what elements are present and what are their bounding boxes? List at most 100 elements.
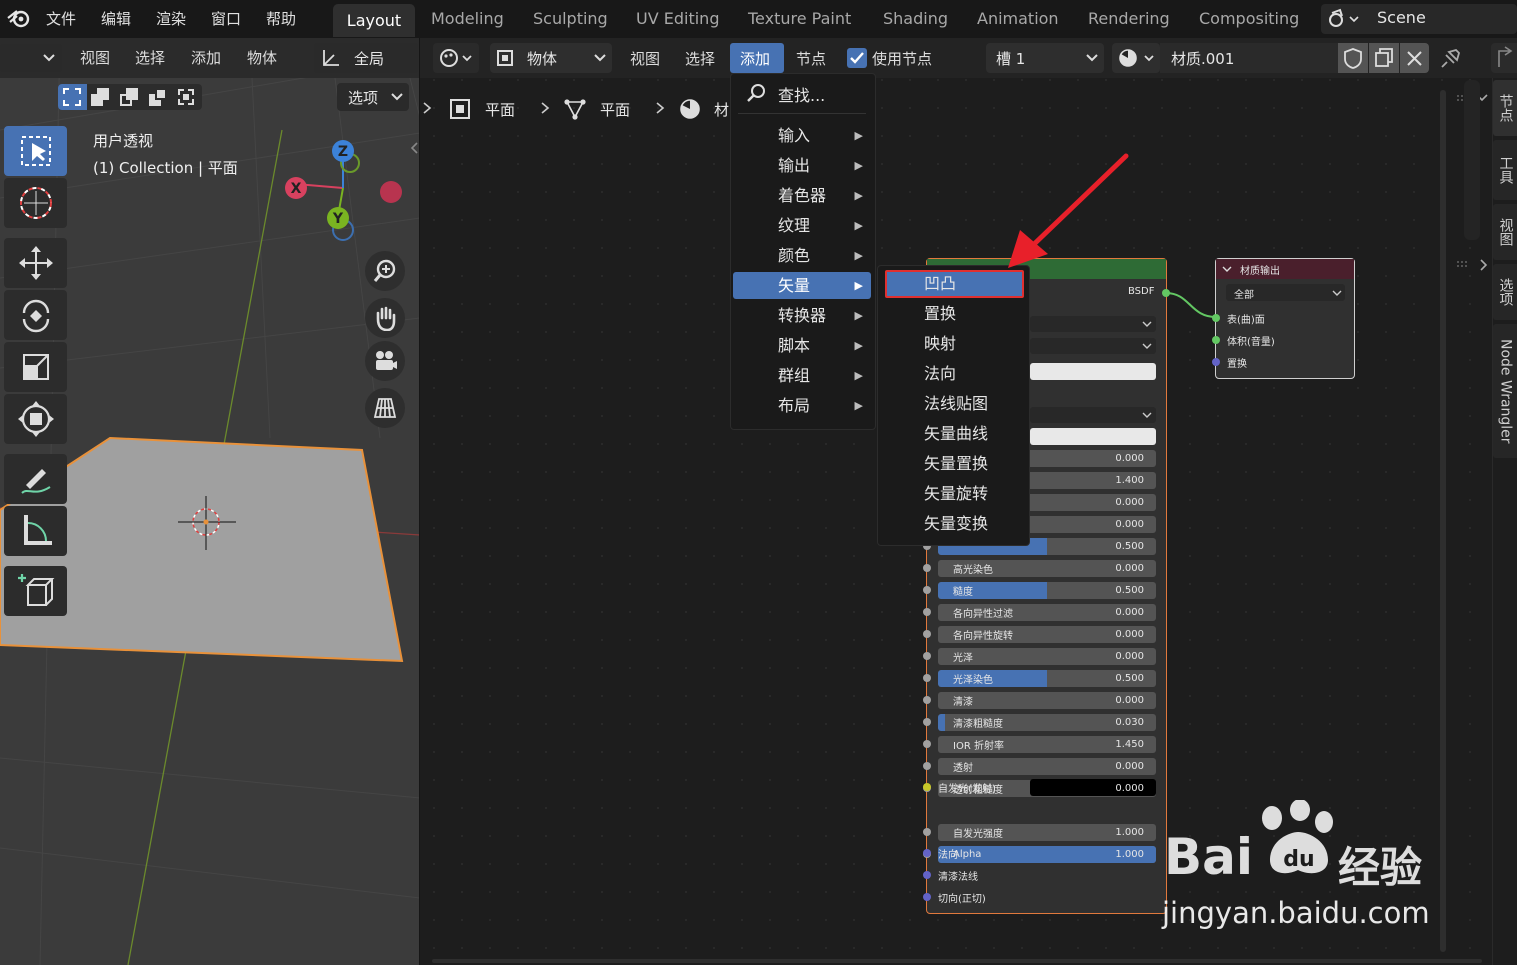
property-slider[interactable]: 透射 0.000	[938, 758, 1156, 775]
input-socket[interactable]	[923, 586, 931, 594]
tangent-socket[interactable]	[923, 893, 931, 901]
parent-node-tree-button[interactable]	[1491, 43, 1517, 73]
scene-selector[interactable]: Scene	[1321, 4, 1517, 34]
tab-node-wrangler[interactable]: Node Wrangler	[1493, 324, 1517, 458]
vp-menu-object[interactable]: 物体	[247, 47, 277, 68]
workspace-tab-uv-editing[interactable]: UV Editing	[636, 9, 719, 28]
viewport-options-dropdown[interactable]: 选项	[337, 83, 409, 111]
tab-tool[interactable]: 工具	[1493, 140, 1517, 200]
output-node-header[interactable]: 材质输出	[1216, 259, 1354, 279]
unlink-material-button[interactable]	[1400, 43, 1429, 73]
add-cube-tool[interactable]	[4, 566, 67, 616]
workspace-tab-compositing[interactable]: Compositing	[1199, 9, 1299, 28]
menu-item-input[interactable]: 输入 ▶	[733, 122, 871, 149]
select-new-button[interactable]	[58, 84, 87, 110]
input-socket[interactable]	[923, 630, 931, 638]
distribution-dropdown[interactable]	[1030, 316, 1156, 332]
menu-item-converter[interactable]: 转换器 ▶	[733, 302, 871, 329]
submenu-item-normal[interactable]: 法向	[880, 360, 1026, 388]
input-socket[interactable]	[923, 740, 931, 748]
subsurface-method-dropdown[interactable]	[1030, 338, 1156, 354]
input-socket[interactable]	[923, 762, 931, 770]
input-socket[interactable]	[923, 828, 931, 836]
blender-logo-icon[interactable]	[6, 6, 32, 30]
use-nodes-checkbox[interactable]	[847, 48, 867, 68]
workspace-tab-shading[interactable]: Shading	[883, 9, 948, 28]
material-name-field[interactable]: 材质.001	[1160, 43, 1338, 73]
property-slider[interactable]: 糙度 0.500	[938, 582, 1156, 599]
menu-search[interactable]: 查找...	[733, 77, 871, 107]
select-intersect-button[interactable]	[176, 88, 198, 106]
clearcoat-normal-socket[interactable]	[923, 871, 931, 879]
property-slider[interactable]: 高光染色 0.000	[938, 560, 1156, 577]
menu-item-group[interactable]: 群组 ▶	[733, 362, 871, 389]
property-slider[interactable]: Alpha 1.000	[938, 846, 1156, 863]
pan-button[interactable]	[365, 298, 405, 338]
vp-menu-select[interactable]: 选择	[135, 47, 165, 68]
ne-menu-node[interactable]: 节点	[796, 48, 826, 69]
workspace-tab-layout[interactable]: Layout	[333, 4, 415, 37]
menu-item-output[interactable]: 输出 ▶	[733, 152, 871, 179]
input-socket[interactable]	[923, 564, 931, 572]
transform-orientation-dropdown[interactable]: 全局	[314, 43, 418, 73]
cursor-tool[interactable]	[4, 178, 67, 228]
ne-menu-add[interactable]: 添加	[730, 43, 784, 73]
material-browse-button[interactable]	[1112, 43, 1160, 73]
input-socket[interactable]	[923, 674, 931, 682]
property-slider[interactable]: IOR 折射率 1.450	[938, 736, 1156, 753]
workspace-tab-rendering[interactable]: Rendering	[1088, 9, 1170, 28]
workspace-tab-texture-paint[interactable]: Texture Paint	[748, 9, 851, 28]
annotate-tool[interactable]	[4, 454, 67, 504]
base-color-field[interactable]	[1030, 363, 1156, 380]
duplicate-material-button[interactable]	[1369, 43, 1399, 73]
submenu-item-displacement[interactable]: 置换	[880, 300, 1026, 328]
object-mode-dropdown[interactable]: 物体	[490, 43, 612, 73]
navigation-gizmo[interactable]: X Z Y	[280, 135, 410, 245]
subsurface-color-field[interactable]	[1030, 428, 1156, 445]
select-box-tool[interactable]	[4, 126, 67, 176]
horizontal-scrollbar[interactable]	[432, 959, 1482, 963]
property-slider[interactable]: 各向异性过滤 0.000	[938, 604, 1156, 621]
emission-socket[interactable]	[923, 783, 931, 791]
property-slider[interactable]: 各向异性旋转 0.000	[938, 626, 1156, 643]
menu-item-layout[interactable]: 布局 ▶	[733, 392, 871, 419]
input-socket[interactable]	[923, 608, 931, 616]
rotate-tool[interactable]	[4, 290, 67, 340]
select-subtract-button[interactable]	[118, 88, 140, 106]
fake-user-button[interactable]	[1338, 43, 1368, 73]
property-slider[interactable]: 光泽染色 0.500	[938, 670, 1156, 687]
sidebar-collapse-icon[interactable]	[1455, 258, 1491, 272]
submenu-item-vector-rotate[interactable]: 矢量旋转	[880, 480, 1026, 508]
select-extend-button[interactable]	[89, 88, 111, 106]
menu-render[interactable]: 渲染	[156, 8, 186, 29]
submenu-item-vector-transform[interactable]: 矢量变换	[880, 510, 1026, 538]
menu-item-script[interactable]: 脚本 ▶	[733, 332, 871, 359]
menu-item-vector[interactable]: 矢量 ▶	[733, 272, 871, 299]
input-socket[interactable]	[923, 696, 931, 704]
displacement-socket[interactable]	[1212, 358, 1220, 366]
property-slider[interactable]: 自发光强度 1.000	[938, 824, 1156, 841]
transform-tool[interactable]	[4, 394, 67, 444]
menu-item-color[interactable]: 颜色 ▶	[733, 242, 871, 269]
volume-socket[interactable]	[1212, 336, 1220, 344]
menu-item-shader[interactable]: 着色器 ▶	[733, 182, 871, 209]
ne-editor-type-dropdown[interactable]	[433, 43, 479, 73]
ne-menu-select[interactable]: 选择	[685, 48, 715, 69]
vp-menu-add[interactable]: 添加	[191, 47, 221, 68]
output-target-dropdown[interactable]: 全部	[1226, 284, 1345, 301]
pin-icon[interactable]	[1438, 45, 1464, 71]
use-nodes-label[interactable]: 使用节点	[872, 48, 932, 69]
property-slider[interactable]: 清漆 0.000	[938, 692, 1156, 709]
subsurface-dropdown[interactable]	[1030, 407, 1156, 423]
workspace-tab-modeling[interactable]: Modeling	[431, 9, 504, 28]
submenu-item-mapping[interactable]: 映射	[880, 330, 1026, 358]
ne-menu-view[interactable]: 视图	[630, 48, 660, 69]
workspace-tab-animation[interactable]: Animation	[977, 9, 1059, 28]
surface-socket[interactable]	[1212, 314, 1220, 322]
slot-dropdown[interactable]: 槽 1	[986, 43, 1104, 73]
property-slider[interactable]: 光泽 0.000	[938, 648, 1156, 665]
move-tool[interactable]	[4, 238, 67, 288]
scale-tool[interactable]	[4, 342, 67, 392]
input-socket[interactable]	[923, 652, 931, 660]
menu-edit[interactable]: 编辑	[101, 8, 131, 29]
